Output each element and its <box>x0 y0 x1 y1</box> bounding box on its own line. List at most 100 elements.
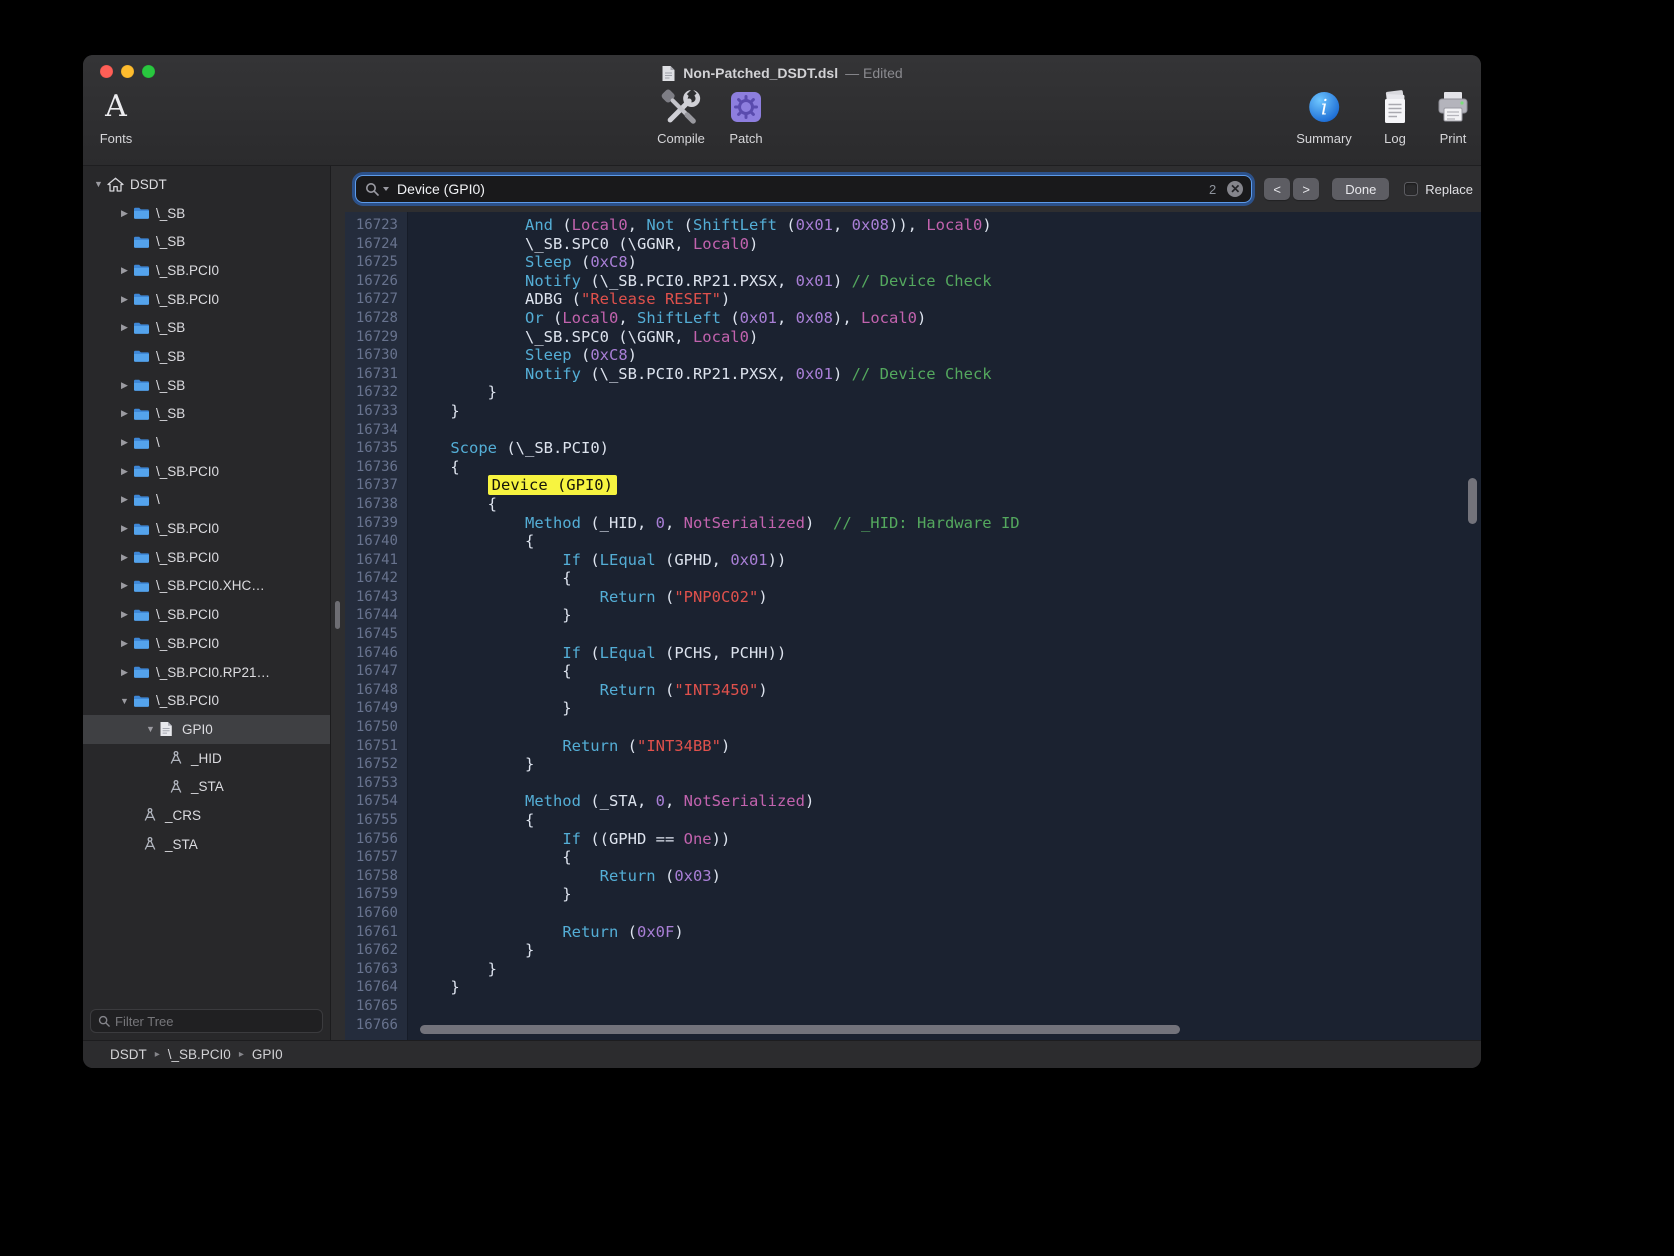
tree-item-hid[interactable]: _HID <box>83 744 330 773</box>
search-field[interactable]: Device (GPI0) 2 ✕ <box>355 175 1252 203</box>
tree-item-sb-pci0[interactable]: ▶\_SB.PCI0 <box>83 285 330 314</box>
tree-item-sb-pci0[interactable]: ▶\_SB.PCI0 <box>83 629 330 658</box>
chevron-right-icon[interactable]: ▶ <box>116 380 133 391</box>
tree-item-sb-pci0-rp21[interactable]: ▶\_SB.PCI0.RP21… <box>83 658 330 687</box>
code-line: 16754 Method (_STA, 0, NotSerialized) <box>345 792 1481 811</box>
breadcrumb-item[interactable]: \_SB.PCI0 <box>168 1047 231 1062</box>
tree-item-sb-pci0[interactable]: ▶\_SB.PCI0 <box>83 256 330 285</box>
chevron-down-icon[interactable]: ▼ <box>90 179 107 189</box>
code-editor[interactable]: 16723 And (Local0, Not (ShiftLeft (0x01,… <box>345 212 1481 1040</box>
tree-item-sb[interactable]: ▶ \_SB <box>83 371 330 400</box>
document-icon <box>661 65 676 82</box>
patch-icon <box>728 87 764 127</box>
tree-item-label: \_SB.PCI0 <box>154 550 219 565</box>
patch-label: Patch <box>729 131 762 146</box>
tree-item-sb-pci0[interactable]: ▶\_SB.PCI0 <box>83 514 330 543</box>
vertical-scrollbar[interactable] <box>1468 478 1477 524</box>
chevron-right-icon[interactable]: ▶ <box>116 667 133 678</box>
chevron-down-icon[interactable]: ▼ <box>116 696 133 706</box>
summary-button[interactable]: i Summary <box>1296 87 1352 146</box>
chevron-right-icon[interactable]: ▶ <box>116 408 133 419</box>
code-line: 16734 <box>345 421 1481 440</box>
chevron-right-icon[interactable]: ▶ <box>116 294 133 305</box>
horizontal-scrollbar[interactable] <box>420 1025 1180 1034</box>
tree-item-sb[interactable]: ▶\_SB <box>83 400 330 429</box>
find-previous-button[interactable]: < <box>1264 178 1290 200</box>
tree-item-label: \_SB <box>154 349 185 364</box>
code-line: 16751 Return ("INT34BB") <box>345 737 1481 756</box>
pane-divider[interactable] <box>331 212 345 1040</box>
folder-icon <box>133 436 154 450</box>
clear-search-button[interactable]: ✕ <box>1227 181 1243 197</box>
tree-item-sb[interactable]: \_SB <box>83 227 330 256</box>
search-menu-chevron-icon[interactable] <box>383 187 389 191</box>
tree-item-sb[interactable]: \_SB <box>83 342 330 371</box>
tree-item-sb-pci0-xhc[interactable]: ▶\_SB.PCI0.XHC… <box>83 572 330 601</box>
tree-item-label: _STA <box>163 837 198 852</box>
line-number: 16749 <box>345 699 408 718</box>
tree-item-sb[interactable]: ▶\_SB <box>83 199 330 228</box>
filter-tree-field[interactable] <box>90 1009 323 1033</box>
breadcrumb-item[interactable]: DSDT <box>110 1047 147 1062</box>
home-icon <box>107 177 128 192</box>
tree-item-crs[interactable]: _CRS <box>83 801 330 830</box>
method-icon <box>142 836 163 852</box>
chevron-right-icon[interactable]: ▶ <box>116 265 133 276</box>
folder-icon <box>133 407 154 421</box>
done-button[interactable]: Done <box>1332 178 1389 200</box>
chevron-right-icon[interactable]: ▶ <box>116 208 133 219</box>
tree-item-sta[interactable]: _STA <box>83 830 330 859</box>
chevron-right-icon[interactable]: ▶ <box>116 552 133 563</box>
log-label: Log <box>1384 131 1406 146</box>
breadcrumb-item[interactable]: GPI0 <box>252 1047 283 1062</box>
find-next-button[interactable]: > <box>1293 178 1319 200</box>
log-button[interactable]: Log <box>1377 87 1413 146</box>
tree-item-label: \_SB <box>154 378 185 393</box>
code-line: 16763 } <box>345 960 1481 979</box>
divider-handle-icon[interactable] <box>335 601 340 629</box>
line-number: 16742 <box>345 569 408 588</box>
chevron-right-icon[interactable]: ▶ <box>116 437 133 448</box>
tree-item-sb-pci0[interactable]: ▶\_SB.PCI0 <box>83 457 330 486</box>
line-number: 16755 <box>345 811 408 830</box>
chevron-right-icon[interactable]: ▶ <box>116 322 133 333</box>
code-line: 16758 Return (0x03) <box>345 867 1481 886</box>
tree-item-gpi0[interactable]: ▼GPI0 <box>83 715 330 744</box>
tree-item-scope[interactable]: ▶\ <box>83 428 330 457</box>
fonts-button[interactable]: A Fonts <box>100 87 133 146</box>
patch-button[interactable]: Patch <box>728 87 764 146</box>
line-number: 16733 <box>345 402 408 421</box>
code-line: 16744 } <box>345 606 1481 625</box>
tree-item-dsdt[interactable]: ▼DSDT <box>83 170 330 199</box>
method-icon <box>168 750 189 766</box>
line-number: 16760 <box>345 904 408 923</box>
line-number: 16763 <box>345 960 408 979</box>
compile-button[interactable]: Compile <box>657 87 705 146</box>
chevron-right-icon[interactable]: ▶ <box>116 466 133 477</box>
tree-item-sta[interactable]: _STA <box>83 772 330 801</box>
print-button[interactable]: Print <box>1435 87 1471 146</box>
line-number: 16752 <box>345 755 408 774</box>
code-line: 16764 } <box>345 978 1481 997</box>
code-line: 16741 If (LEqual (GPHD, 0x01)) <box>345 551 1481 570</box>
folder-icon <box>133 263 154 277</box>
chevron-right-icon[interactable]: ▶ <box>116 638 133 649</box>
filter-tree-input[interactable] <box>115 1014 315 1029</box>
code-line: 16724 \_SB.SPC0 (\GGNR, Local0) <box>345 235 1481 254</box>
folder-icon <box>133 493 154 507</box>
tree-item-sb-pci0[interactable]: ▶ \_SB.PCI0 <box>83 543 330 572</box>
replace-label: Replace <box>1425 182 1473 197</box>
tree-item-sb[interactable]: ▶\_SB <box>83 313 330 342</box>
chevron-right-icon[interactable]: ▶ <box>116 580 133 591</box>
tree-item-sb-pci0[interactable]: ▼\_SB.PCI0 <box>83 686 330 715</box>
line-number: 16757 <box>345 848 408 867</box>
tree-item-scope[interactable]: ▶\ <box>83 486 330 515</box>
line-number: 16737 <box>345 476 408 495</box>
chevron-down-icon[interactable]: ▼ <box>142 724 159 734</box>
tree-item-sb-pci0[interactable]: ▶\_SB.PCI0 <box>83 600 330 629</box>
tools-icon <box>660 87 702 127</box>
chevron-right-icon[interactable]: ▶ <box>116 609 133 620</box>
replace-checkbox[interactable] <box>1404 182 1418 196</box>
chevron-right-icon[interactable]: ▶ <box>116 494 133 505</box>
chevron-right-icon[interactable]: ▶ <box>116 523 133 534</box>
